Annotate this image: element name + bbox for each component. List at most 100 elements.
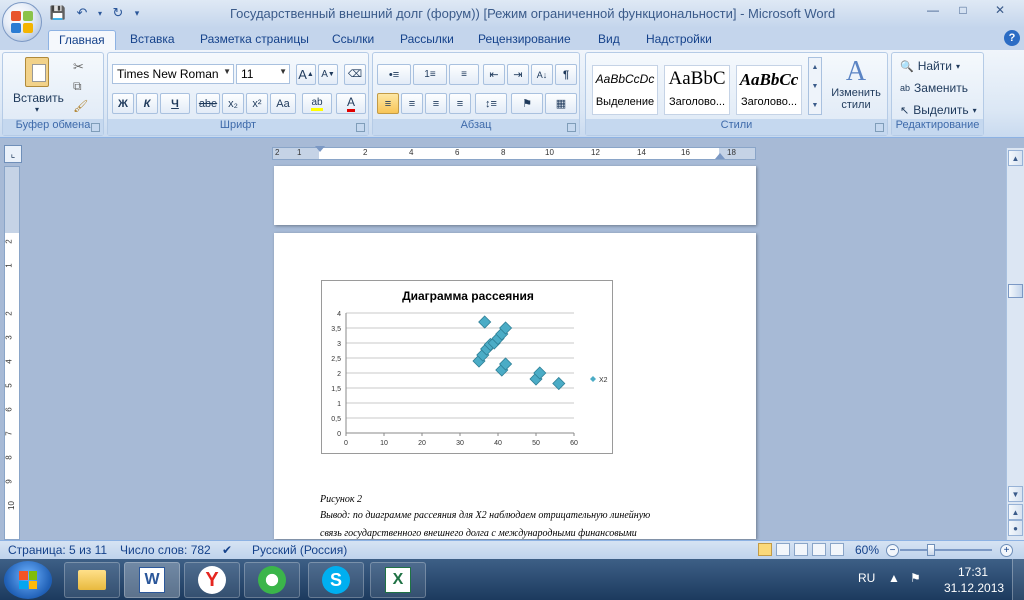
grow-font-button[interactable]: A ▲ bbox=[296, 64, 316, 85]
right-indent-marker[interactable] bbox=[715, 153, 725, 159]
copy-icon[interactable]: ⧉ bbox=[73, 79, 82, 94]
language-indicator[interactable]: Русский (Россия) bbox=[252, 543, 347, 557]
previous-page-button[interactable]: ▲ bbox=[1008, 504, 1023, 520]
font-launcher-icon[interactable] bbox=[356, 123, 365, 132]
paste-button[interactable]: Вставить ▾ bbox=[13, 57, 64, 115]
highlight-button[interactable]: ab bbox=[302, 93, 332, 114]
show-marks-button[interactable]: ¶ bbox=[555, 64, 577, 85]
align-left-button[interactable]: ≡ bbox=[377, 93, 399, 114]
redo-icon[interactable]: ↻ bbox=[108, 4, 128, 22]
style-heading-2[interactable]: AaBbCc Заголово... bbox=[736, 65, 802, 115]
change-case-button[interactable]: Aa bbox=[270, 93, 296, 114]
justify-button[interactable]: ≡ bbox=[449, 93, 471, 114]
font-family-select[interactable]: Times New Roman ▼ bbox=[112, 64, 234, 84]
input-language[interactable]: RU bbox=[858, 571, 875, 585]
show-desktop-button[interactable] bbox=[1012, 559, 1024, 600]
select-browse-object-button[interactable]: ● bbox=[1008, 520, 1023, 536]
web-layout-view-button[interactable] bbox=[794, 543, 808, 556]
decrease-indent-button[interactable]: ⇤ bbox=[483, 64, 505, 85]
format-painter-icon[interactable]: 🖌 bbox=[73, 99, 88, 113]
font-color-button[interactable]: A bbox=[336, 93, 366, 114]
tab-insert[interactable]: Вставка bbox=[120, 30, 185, 50]
clear-format-button[interactable]: ⌫ bbox=[344, 64, 366, 85]
start-button[interactable] bbox=[4, 561, 52, 599]
find-button[interactable]: 🔍 Найти ▾ bbox=[900, 59, 960, 73]
tab-addins[interactable]: Надстройки bbox=[636, 30, 722, 50]
scroll-thumb[interactable] bbox=[1008, 284, 1023, 298]
styles-launcher-icon[interactable] bbox=[875, 123, 884, 132]
outline-view-button[interactable] bbox=[812, 543, 826, 556]
italic-button[interactable]: К bbox=[136, 93, 158, 114]
line-spacing-button[interactable]: ↕≡ bbox=[475, 93, 507, 114]
tab-view[interactable]: Вид bbox=[588, 30, 630, 50]
bold-button[interactable]: Ж bbox=[112, 93, 134, 114]
tab-references[interactable]: Ссылки bbox=[322, 30, 384, 50]
clipboard-launcher-icon[interactable] bbox=[91, 123, 100, 132]
taskbar-explorer[interactable] bbox=[64, 562, 120, 598]
close-button[interactable]: ✕ bbox=[978, 0, 1022, 20]
increase-indent-button[interactable]: ⇥ bbox=[507, 64, 529, 85]
page-count[interactable]: Страница: 5 из 11 bbox=[8, 543, 107, 557]
zoom-out-button[interactable]: − bbox=[886, 544, 899, 557]
style-heading-1[interactable]: AaBbC Заголово... bbox=[664, 65, 730, 115]
action-center-icon[interactable]: ⚑ bbox=[910, 571, 921, 585]
numbering-button[interactable]: 1≡ bbox=[413, 64, 447, 85]
word-count[interactable]: Число слов: 782 bbox=[120, 543, 211, 557]
replace-button[interactable]: ab Заменить bbox=[900, 81, 968, 95]
office-button[interactable] bbox=[2, 2, 42, 42]
zoom-level[interactable]: 60% bbox=[855, 543, 879, 557]
taskbar-yandex-browser[interactable]: Y bbox=[184, 562, 240, 598]
subscript-button[interactable]: x₂ bbox=[222, 93, 244, 114]
maximize-button[interactable]: □ bbox=[948, 0, 978, 20]
clock-date[interactable]: 31.12.2013 bbox=[944, 581, 1004, 595]
shading-button[interactable]: ⚑ bbox=[511, 93, 543, 114]
draft-view-button[interactable] bbox=[830, 543, 844, 556]
tab-home[interactable]: Главная bbox=[48, 30, 116, 50]
tab-selector[interactable]: ⌞ bbox=[4, 145, 22, 163]
taskbar-excel[interactable]: X bbox=[370, 562, 426, 598]
zoom-slider-thumb[interactable] bbox=[927, 544, 935, 556]
taskbar-icq[interactable] bbox=[244, 562, 300, 598]
horizontal-ruler[interactable]: 2 1 2 4 6 8 10 12 14 16 18 bbox=[272, 146, 756, 160]
proofing-icon[interactable]: ✔ bbox=[222, 543, 232, 557]
tab-page-layout[interactable]: Разметка страницы bbox=[190, 30, 319, 50]
vertical-scrollbar[interactable]: ▲ ▼ ▲ ● bbox=[1006, 148, 1024, 540]
zoom-in-button[interactable]: + bbox=[1000, 544, 1013, 557]
select-button[interactable]: ↖ Выделить ▾ bbox=[900, 103, 977, 117]
bullets-button[interactable]: •≡ bbox=[377, 64, 411, 85]
cut-icon[interactable]: ✂ bbox=[73, 59, 84, 75]
font-size-select[interactable]: 11 ▼ bbox=[236, 64, 290, 84]
print-layout-view-button[interactable] bbox=[758, 543, 772, 556]
multilevel-list-button[interactable]: ≡ bbox=[449, 64, 479, 85]
tray-expand-icon[interactable]: ▲ bbox=[888, 571, 900, 585]
align-center-button[interactable]: ≡ bbox=[401, 93, 423, 114]
taskbar-word[interactable]: W bbox=[124, 562, 180, 598]
tab-mailings[interactable]: Рассылки bbox=[390, 30, 464, 50]
zoom-slider[interactable] bbox=[900, 549, 992, 551]
full-screen-view-button[interactable] bbox=[776, 543, 790, 556]
align-right-button[interactable]: ≡ bbox=[425, 93, 447, 114]
strikethrough-button[interactable]: abe bbox=[196, 93, 220, 114]
scatter-chart[interactable]: Диаграмма рассеяния 0 0,5 1 1,5 2 2,5 3 3,5 4 0 10 2… bbox=[321, 280, 613, 454]
undo-icon[interactable]: ↶ bbox=[72, 4, 92, 22]
customize-qat-icon[interactable]: ▾ bbox=[132, 4, 142, 22]
minimize-button[interactable]: — bbox=[918, 0, 948, 20]
paragraph-launcher-icon[interactable] bbox=[567, 123, 576, 132]
tab-review[interactable]: Рецензирование bbox=[468, 30, 581, 50]
shrink-font-button[interactable]: A ▼ bbox=[318, 64, 338, 85]
save-icon[interactable]: 💾 bbox=[48, 4, 68, 22]
taskbar-skype[interactable]: S bbox=[308, 562, 364, 598]
styles-scroll[interactable]: ▲ ▼ ▼ bbox=[808, 57, 822, 115]
undo-dropdown-icon[interactable]: ▾ bbox=[96, 4, 104, 22]
style-emphasis[interactable]: AaBbCcDc Выделение bbox=[592, 65, 658, 115]
change-styles-button[interactable]: A Изменить стили bbox=[826, 57, 886, 117]
underline-button[interactable]: Ч bbox=[160, 93, 190, 114]
scroll-up-button[interactable]: ▲ bbox=[1008, 150, 1023, 166]
left-indent-marker[interactable] bbox=[315, 146, 325, 152]
borders-button[interactable]: ▦ bbox=[545, 93, 577, 114]
clock-time[interactable]: 17:31 bbox=[958, 565, 988, 579]
superscript-button[interactable]: x² bbox=[246, 93, 268, 114]
sort-button[interactable]: A↓ bbox=[531, 64, 553, 85]
scroll-down-button[interactable]: ▼ bbox=[1008, 486, 1023, 502]
vertical-ruler[interactable]: 2 1 2 3 4 5 6 7 8 9 10 bbox=[4, 166, 20, 540]
